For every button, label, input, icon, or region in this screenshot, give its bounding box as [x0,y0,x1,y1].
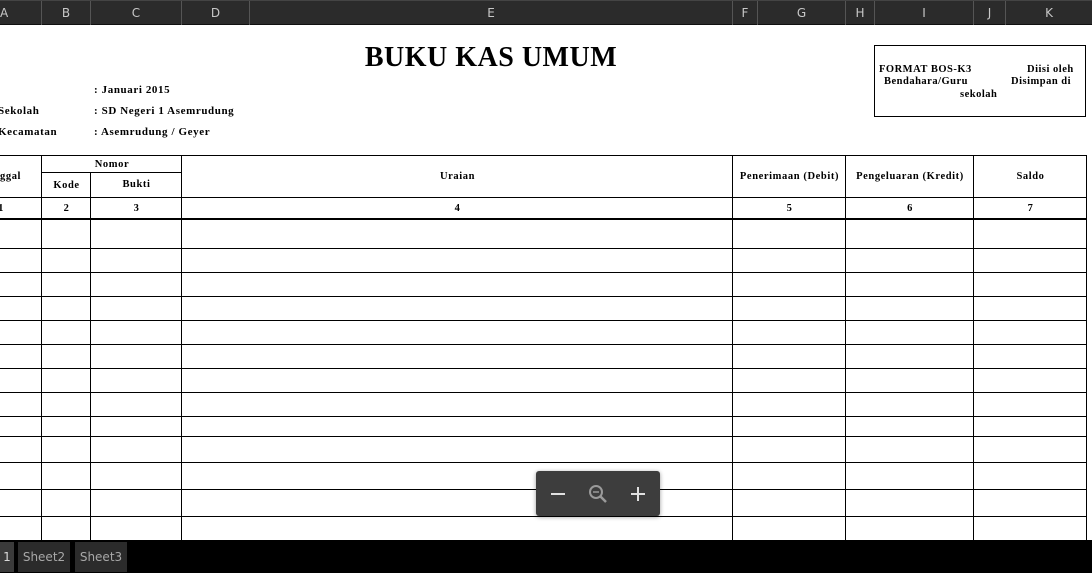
row-line [0,344,1087,345]
zoom-magnifier-icon [589,484,607,503]
spreadsheet-grid[interactable]: BUKU KAS UMUM : Januari 2015 Sekolah : S… [0,25,1092,540]
header-nomor: Nomor [94,159,130,170]
col-number-7: 7 [1027,203,1034,214]
format-code: FORMAT BOS-K3 [879,64,972,75]
school-value: : SD Negeri 1 Asemrudung [94,105,235,117]
column-header-h[interactable]: H [846,1,875,25]
column-header-j[interactable]: J [974,1,1006,25]
document-title: BUKU KAS UMUM [364,42,618,73]
table-top-border [0,155,1087,156]
col-border-pengeluaran [973,155,974,540]
school-label: Sekolah [0,105,40,117]
row-line [0,436,1087,437]
column-header-f[interactable]: F [733,1,758,25]
header-divider [0,197,1087,198]
row-line [0,248,1087,249]
format-box: FORMAT BOS-K3 Diisi oleh Bendahara/Guru … [874,45,1086,117]
header-bottom-border [0,218,1087,220]
col-border-kode [90,172,91,540]
plus-icon [631,486,645,501]
row-line [0,516,1087,517]
header-bukti: Bukti [122,179,151,190]
column-header-a[interactable]: A [0,1,42,25]
format-filled-by: Diisi oleh [1027,64,1074,75]
col-number-5: 5 [786,203,793,214]
row-line [0,392,1087,393]
col-number-1: 1 [0,203,4,214]
format-filler: Bendahara/Guru [884,76,969,87]
zoom-reset-button[interactable] [578,471,618,516]
row-line [0,320,1087,321]
row-line [0,272,1087,273]
column-header-bar: A B C D E F G H I J K [0,0,1092,25]
column-header-c[interactable]: C [91,1,182,25]
column-header-b[interactable]: B [42,1,91,25]
col-number-4: 4 [454,203,461,214]
col-border-bukti [181,155,182,540]
format-location: sekolah [960,89,998,100]
sheet-tab-sheet2[interactable]: Sheet2 [18,542,70,572]
sheet-tab-bar: 1 Sheet2 Sheet3 [0,540,1092,573]
column-header-g[interactable]: G [758,1,846,25]
header-saldo: Saldo [1016,171,1045,182]
col-number-2: 2 [63,203,70,214]
header-penerimaan: Penerimaan (Debit) [739,171,840,182]
format-stored-in: Disimpan di [1011,76,1072,87]
header-kode: Kode [53,180,80,191]
nomor-divider [42,172,182,173]
district-value: : Asemrudung / Geyer [94,126,211,138]
sheet-tab-sheet3[interactable]: Sheet3 [75,542,127,572]
row-line [0,368,1087,369]
row-line [0,462,1087,463]
zoom-control [536,471,660,516]
row-line [0,416,1087,417]
zoom-out-button[interactable] [538,471,578,516]
col-number-6: 6 [907,203,913,214]
col-border-uraian [732,155,733,540]
col-border-tanggal [41,155,42,540]
col-border-saldo [1086,155,1087,540]
district-label: Kecamatan [0,126,58,138]
column-header-d[interactable]: D [182,1,250,25]
col-number-3: 3 [133,203,140,214]
col-border-penerimaan [845,155,846,540]
column-header-k[interactable]: K [1006,1,1092,25]
header-tanggal: ggal [0,171,22,182]
month-line: : Januari 2015 [94,84,171,96]
row-line [0,296,1087,297]
sheet-tab-1[interactable]: 1 [0,542,14,572]
header-pengeluaran: Pengeluaran (Kredit) [856,171,964,182]
zoom-in-button[interactable] [618,471,658,516]
column-header-e[interactable]: E [250,1,733,25]
header-uraian: Uraian [439,171,476,182]
column-header-i[interactable]: I [875,1,974,25]
minus-icon [551,492,565,495]
